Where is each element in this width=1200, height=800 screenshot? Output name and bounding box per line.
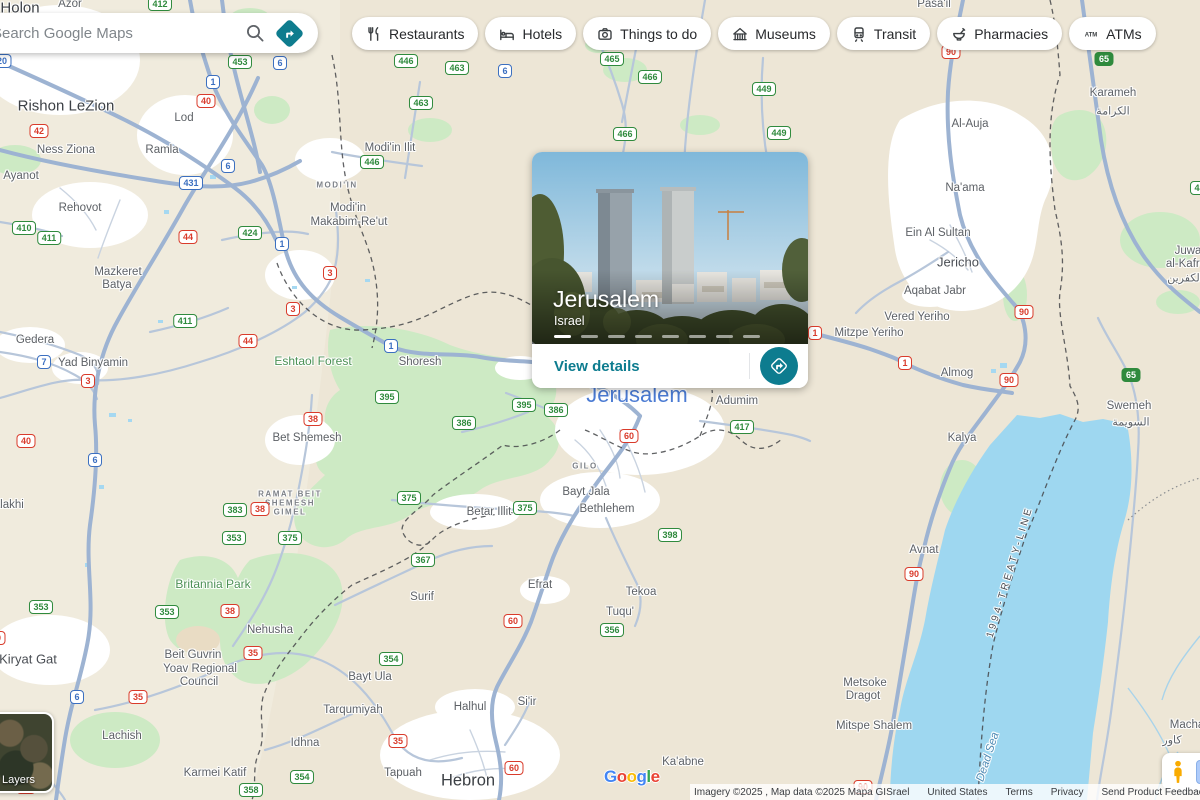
place-card-subtitle: Israel [554,314,585,328]
place-card-title: Jerusalem [553,286,660,312]
chip-pharmacies[interactable]: Pharmacies [937,17,1063,50]
restaurants-icon [368,26,379,41]
place-photo[interactable]: Jerusalem Israel [532,152,808,362]
card-directions-button[interactable] [760,347,798,385]
chip-label: Restaurants [389,25,465,42]
chip-label: Things to do [620,25,698,42]
map-canvas[interactable] [0,0,1200,800]
museum-icon [733,27,748,40]
category-chips: Restaurants Hotels Things to do Museums … [352,17,1156,50]
chip-label: ATMs [1106,25,1142,42]
place-card: Jerusalem Israel View details [532,152,808,388]
google-logo-letter: o [616,767,627,786]
photo-pagination-dots[interactable] [554,335,760,338]
directions-button[interactable] [272,16,306,50]
pagination-dot[interactable] [581,335,598,338]
camera-icon [598,27,612,40]
google-logo-letter: G [604,767,617,786]
chip-hotels[interactable]: Hotels [485,17,577,50]
pagination-dot[interactable] [689,335,706,338]
attribution-imagery: Imagery ©2025 , Map data ©2025 Mapa GISr… [694,786,910,798]
google-logo-letter: g [636,767,647,786]
pagination-dot[interactable] [554,335,571,338]
pagination-dot[interactable] [635,335,652,338]
chip-label: Pharmacies [974,25,1049,42]
chip-label: Museums [755,25,816,42]
attribution-terms[interactable]: Terms [1005,787,1032,798]
directions-icon [274,18,304,48]
chip-atms[interactable]: ATM ATMs [1069,17,1156,50]
view-details-link[interactable]: View details [532,358,749,375]
chip-transit[interactable]: Transit [836,17,931,50]
search-input[interactable] [0,23,238,43]
pharmacy-icon [953,27,966,41]
google-logo-letter: o [626,767,637,786]
atm-icon: ATM [1085,32,1098,38]
pagination-dot[interactable] [743,335,760,338]
chip-museums[interactable]: Museums [718,17,830,50]
google-logo: Google [604,767,660,787]
map-tan-patch [176,626,220,654]
attribution-bar: Imagery ©2025 , Map data ©2025 Mapa GISr… [690,784,1200,800]
chip-restaurants[interactable]: Restaurants [352,17,479,50]
search-bar[interactable] [0,13,318,53]
attribution-region[interactable]: United States [927,787,987,798]
layers-control[interactable]: Layers [0,712,54,793]
hotels-icon [500,29,515,40]
attribution-privacy[interactable]: Privacy [1051,787,1084,798]
chip-label: Hotels [522,25,563,42]
pegman-icon[interactable] [1168,759,1188,785]
chip-label: Transit [873,25,917,42]
google-logo-letter: e [650,767,660,786]
pagination-dot[interactable] [716,335,733,338]
svg-text:ATM: ATM [1085,32,1098,38]
chip-things-to-do[interactable]: Things to do [583,17,712,50]
directions-icon [771,358,787,374]
attribution-feedback[interactable]: Send Product Feedback [1102,787,1200,798]
imagery-toggle-icon[interactable] [1196,759,1200,784]
layers-label: Layers [2,774,36,786]
search-icon [247,25,264,42]
pagination-dot[interactable] [662,335,679,338]
place-card-actions: View details [532,344,808,388]
search-button[interactable] [238,16,272,50]
card-divider [749,353,750,379]
pagination-dot[interactable] [608,335,625,338]
transit-icon [854,26,864,42]
